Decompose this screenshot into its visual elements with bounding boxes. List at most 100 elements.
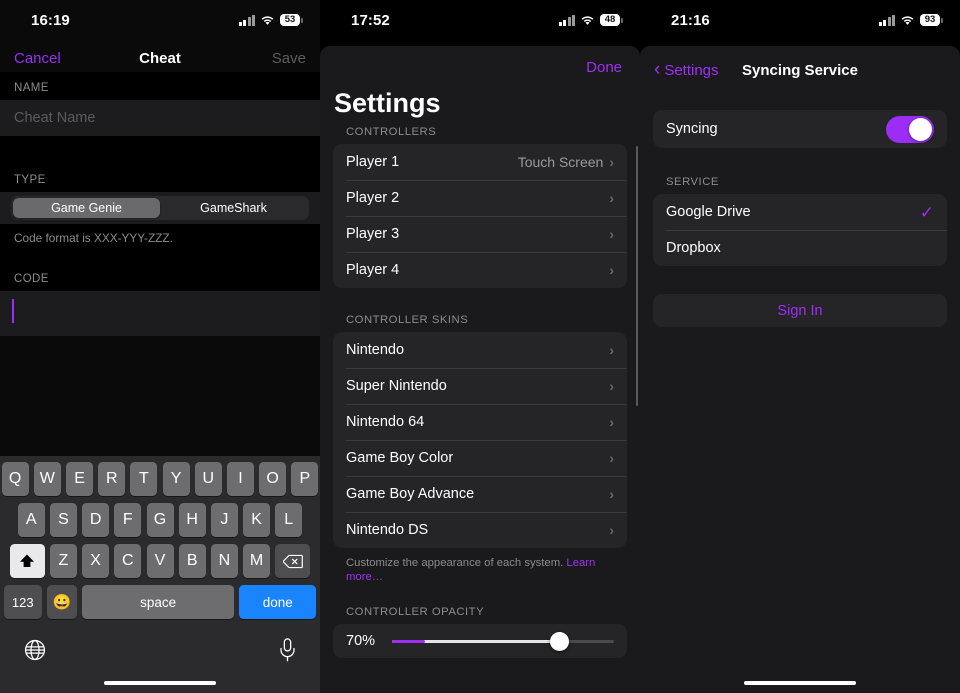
key-x[interactable]: X — [82, 544, 110, 578]
table-row[interactable]: Nintendo DS › — [333, 512, 627, 548]
key-w[interactable]: W — [33, 462, 61, 496]
status-time: 21:16 — [671, 12, 710, 29]
cancel-button[interactable]: Cancel — [14, 50, 61, 67]
scrollbar[interactable] — [635, 146, 638, 406]
key-z[interactable]: Z — [49, 544, 77, 578]
settings-sheet: Done Settings CONTROLLERS Player 1 Touch… — [320, 46, 640, 693]
cellular-bars-icon — [878, 14, 895, 26]
key-q[interactable]: Q — [1, 462, 29, 496]
back-button[interactable]: ‹ Settings — [654, 58, 719, 80]
status-bar: 16:19 53 — [0, 0, 320, 44]
shift-up-arrow-icon[interactable] — [9, 544, 45, 578]
key-v[interactable]: V — [146, 544, 174, 578]
backspace-delete-icon[interactable] — [275, 544, 311, 578]
syncing-toggle[interactable] — [886, 115, 934, 143]
key-t[interactable]: T — [130, 462, 158, 496]
cellular-bars-icon — [238, 14, 255, 26]
key-d[interactable]: D — [82, 503, 110, 537]
opacity-slider-row: 70% — [333, 624, 627, 658]
key-h[interactable]: H — [178, 503, 206, 537]
keyboard-row-2: A S D F G H J K L — [0, 496, 320, 537]
checkmark-icon: ✓ — [919, 202, 934, 222]
status-bar: 17:52 48 — [320, 0, 640, 44]
battery-indicator: 48 — [600, 14, 623, 26]
emoji-icon[interactable]: 😀 — [46, 585, 77, 619]
back-label: Settings — [664, 61, 719, 79]
segment-game-genie[interactable]: Game Genie — [13, 198, 160, 218]
service-card: Google Drive ✓ Dropbox — [653, 194, 947, 266]
table-row[interactable]: Super Nintendo › — [333, 368, 627, 404]
controllers-section-header: CONTROLLERS — [346, 126, 437, 138]
key-e[interactable]: E — [66, 462, 94, 496]
key-o[interactable]: O — [259, 462, 287, 496]
chevron-right-icon: › — [609, 190, 614, 206]
key-u[interactable]: U — [194, 462, 222, 496]
sign-in-button[interactable]: Sign In — [653, 294, 947, 327]
table-row[interactable]: Player 4 › — [333, 252, 627, 288]
key-p[interactable]: P — [291, 462, 319, 496]
slider-thumb[interactable] — [549, 631, 569, 651]
home-indicator — [744, 681, 856, 685]
service-section-header: SERVICE — [666, 176, 719, 188]
row-label: Player 3 — [346, 226, 400, 242]
chevron-right-icon: › — [609, 378, 614, 394]
key-y[interactable]: Y — [162, 462, 190, 496]
chevron-left-icon: ‹ — [654, 58, 661, 80]
globe-language-icon[interactable] — [24, 639, 46, 666]
opacity-card: 70% — [333, 624, 627, 658]
space-key[interactable]: space — [82, 585, 235, 619]
opacity-slider[interactable] — [392, 631, 614, 651]
table-row[interactable]: Player 1 Touch Screen › — [333, 144, 627, 180]
table-row[interactable]: Game Boy Advance › — [333, 476, 627, 512]
skins-footnote: Customize the appearance of each system.… — [320, 548, 640, 584]
key-s[interactable]: S — [49, 503, 77, 537]
code-input[interactable] — [0, 291, 320, 336]
cheat-name-placeholder: Cheat Name — [14, 110, 96, 126]
cheat-name-input[interactable]: Cheat Name — [0, 100, 320, 136]
key-i[interactable]: I — [226, 462, 254, 496]
status-time: 17:52 — [351, 12, 390, 29]
keyboard-row-3: Z X C V B N M — [0, 537, 320, 578]
name-section-header: NAME — [14, 82, 49, 94]
key-r[interactable]: R — [98, 462, 126, 496]
table-row[interactable]: Nintendo 64 › — [333, 404, 627, 440]
chevron-right-icon: › — [609, 486, 614, 502]
key-l[interactable]: L — [275, 503, 303, 537]
table-row[interactable]: Game Boy Color › — [333, 440, 627, 476]
microphone-dictation-icon[interactable] — [279, 638, 296, 667]
key-n[interactable]: N — [210, 544, 238, 578]
page-title: Settings — [334, 88, 441, 118]
key-f[interactable]: F — [114, 503, 142, 537]
table-row[interactable]: Dropbox — [653, 230, 947, 266]
onscreen-keyboard[interactable]: Q W E R T Y U I O P A S D F G H J K L Z … — [0, 456, 320, 693]
save-button[interactable]: Save — [272, 50, 306, 67]
key-k[interactable]: K — [243, 503, 271, 537]
chevron-right-icon: › — [609, 414, 614, 430]
key-c[interactable]: C — [114, 544, 142, 578]
table-row[interactable]: Player 3 › — [333, 216, 627, 252]
key-b[interactable]: B — [178, 544, 206, 578]
row-label: Game Boy Advance — [346, 486, 475, 502]
done-key[interactable]: done — [239, 585, 317, 619]
three-phone-screenshots: 16:19 53 Cancel Cheat Save NAME Cheat Na… — [0, 0, 960, 693]
type-segmented-control[interactable]: Game Genie GameShark — [11, 196, 309, 220]
row-label: Nintendo 64 — [346, 414, 425, 430]
row-label: Player 1 — [346, 154, 400, 170]
panel-syncing-service: 21:16 93 ‹ Settings Syncing Service Sync… — [640, 0, 960, 693]
key-j[interactable]: J — [210, 503, 238, 537]
key-a[interactable]: A — [17, 503, 45, 537]
table-row[interactable]: Nintendo › — [333, 332, 627, 368]
controllers-card: Player 1 Touch Screen › Player 2 › Playe… — [333, 144, 627, 288]
wifi-icon — [900, 15, 915, 26]
done-button[interactable]: Done — [586, 59, 622, 76]
segment-gameshark[interactable]: GameShark — [160, 198, 307, 218]
key-m[interactable]: M — [243, 544, 271, 578]
table-row[interactable]: Player 2 › — [333, 180, 627, 216]
footnote-text: Customize the appearance of each system. — [346, 557, 567, 569]
key-g[interactable]: G — [146, 503, 174, 537]
skins-section-header: CONTROLLER SKINS — [346, 314, 469, 326]
table-row[interactable]: Google Drive ✓ — [653, 194, 947, 230]
sheet-top-bar: Done — [320, 46, 640, 88]
numeric-key[interactable]: 123 — [3, 585, 42, 619]
syncing-toggle-row[interactable]: Syncing — [653, 110, 947, 148]
